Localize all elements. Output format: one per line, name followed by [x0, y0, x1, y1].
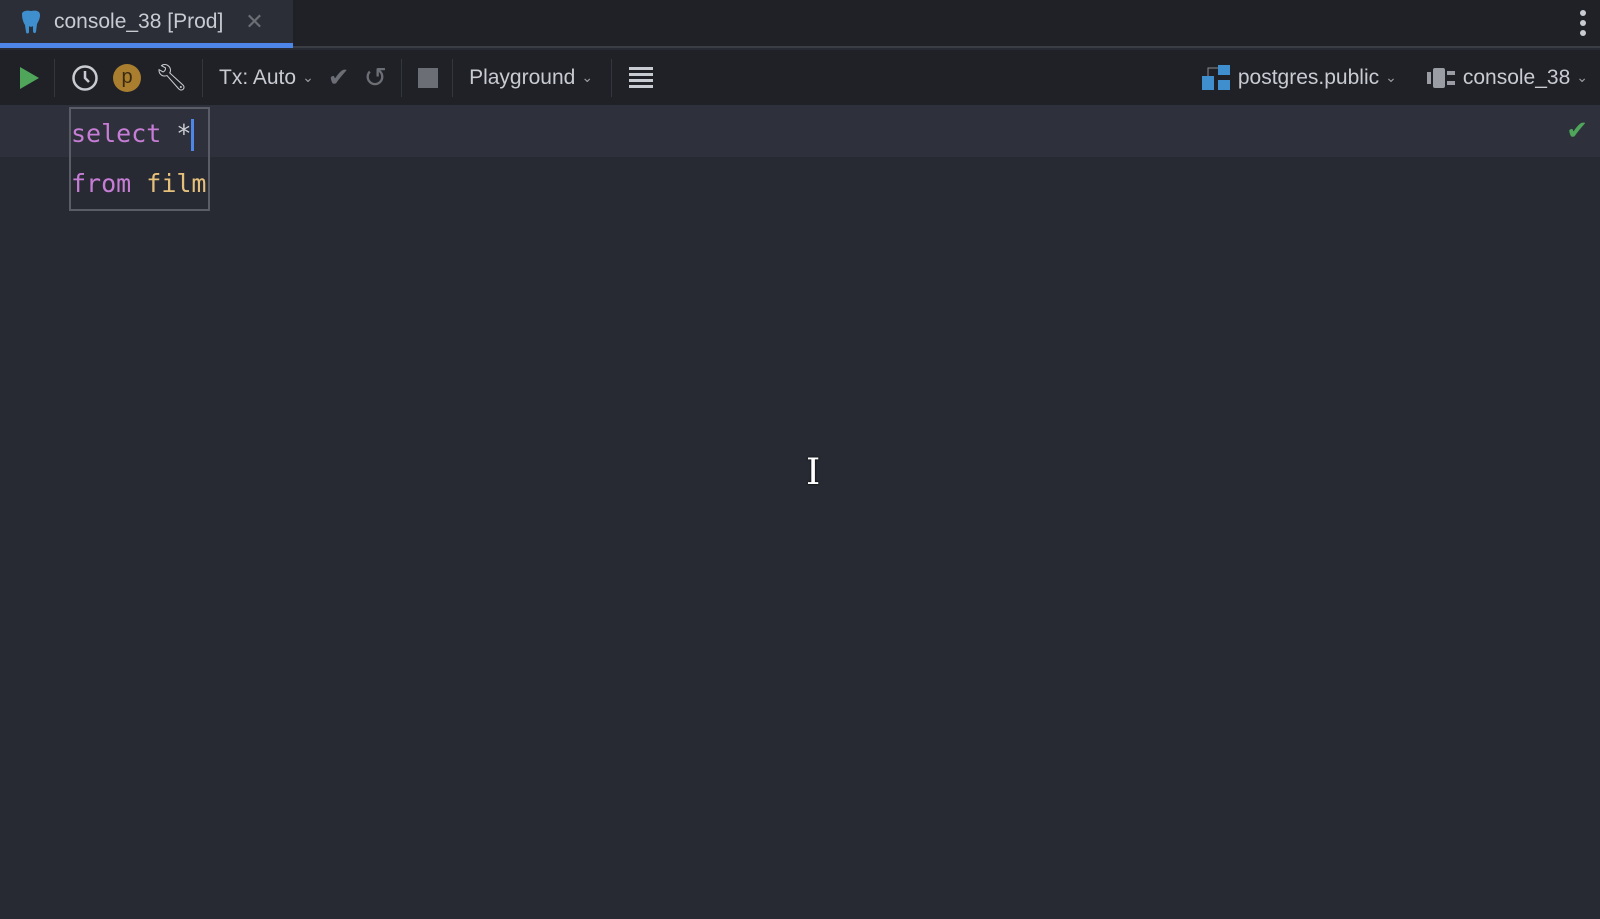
postgresql-icon — [22, 10, 40, 33]
keyword: select — [71, 119, 162, 148]
tab-bar: console_38 [Prod] ✕ — [0, 0, 1600, 48]
clock-icon — [72, 64, 98, 91]
session-dropdown[interactable]: console_38 ⌄ — [1426, 58, 1588, 98]
divider — [54, 58, 55, 97]
playground-dropdown[interactable]: Playground ⌄ — [469, 58, 593, 98]
session-label: console_38 — [1462, 65, 1571, 89]
text-caret — [191, 119, 195, 151]
chevron-down-icon: ⌄ — [581, 69, 594, 85]
table-name: film — [146, 169, 207, 198]
rollback-button[interactable]: ↺ — [364, 58, 387, 98]
mode-label: Playground — [469, 65, 576, 89]
profile-button[interactable]: p — [113, 58, 141, 98]
schema-dropdown[interactable]: postgres.public ⌄ — [1201, 58, 1397, 98]
toolbar: p 🔧︎ Tx: Auto ⌄ ✔ ↺ Playground ⌄ postgres.… — [0, 50, 1600, 105]
run-button[interactable] — [18, 58, 40, 98]
code-line-2: from film — [71, 159, 208, 209]
settings-button[interactable]: 🔧︎ — [155, 58, 188, 98]
undo-icon: ↺ — [363, 62, 388, 93]
profile-badge: p — [113, 63, 141, 92]
tab-console[interactable]: console_38 [Prod] ✕ — [0, 0, 293, 48]
history-button[interactable] — [71, 58, 99, 98]
divider — [452, 58, 454, 97]
stop-button[interactable] — [418, 58, 439, 98]
schema-icon — [1201, 64, 1230, 90]
transaction-mode-dropdown[interactable]: Tx: Auto ⌄ — [219, 58, 314, 98]
output-table-button[interactable] — [628, 58, 654, 98]
divider — [202, 58, 204, 97]
current-line-highlight — [0, 105, 1600, 157]
stop-icon — [418, 67, 439, 88]
divider — [611, 58, 613, 97]
chevron-down-icon: ⌄ — [1576, 69, 1588, 85]
code-line-1: select * — [71, 109, 208, 159]
text-cursor-icon: I — [806, 452, 821, 493]
commit-button[interactable]: ✔ — [328, 58, 350, 98]
chevron-down-icon: ⌄ — [302, 69, 314, 85]
code-block[interactable]: select * from film — [69, 107, 210, 211]
wrench-icon: 🔧︎ — [155, 62, 189, 92]
keyword: from — [71, 169, 132, 198]
more-options-icon[interactable] — [1580, 10, 1588, 36]
chevron-down-icon: ⌄ — [1385, 69, 1397, 85]
tx-label: Tx: Auto — [219, 65, 297, 89]
close-tab-icon[interactable]: ✕ — [245, 9, 263, 35]
session-icon — [1426, 67, 1455, 88]
tab-title: console_38 [Prod] — [54, 9, 224, 33]
table-icon — [629, 66, 654, 88]
sql-editor[interactable]: select * from film ✔ — [0, 105, 1600, 919]
divider — [401, 58, 403, 97]
check-icon: ✔ — [327, 62, 350, 92]
operator: * — [161, 119, 192, 148]
schema-label: postgres.public — [1237, 65, 1380, 89]
inspection-ok-icon: ✔ — [1566, 115, 1588, 145]
play-icon — [20, 66, 39, 89]
